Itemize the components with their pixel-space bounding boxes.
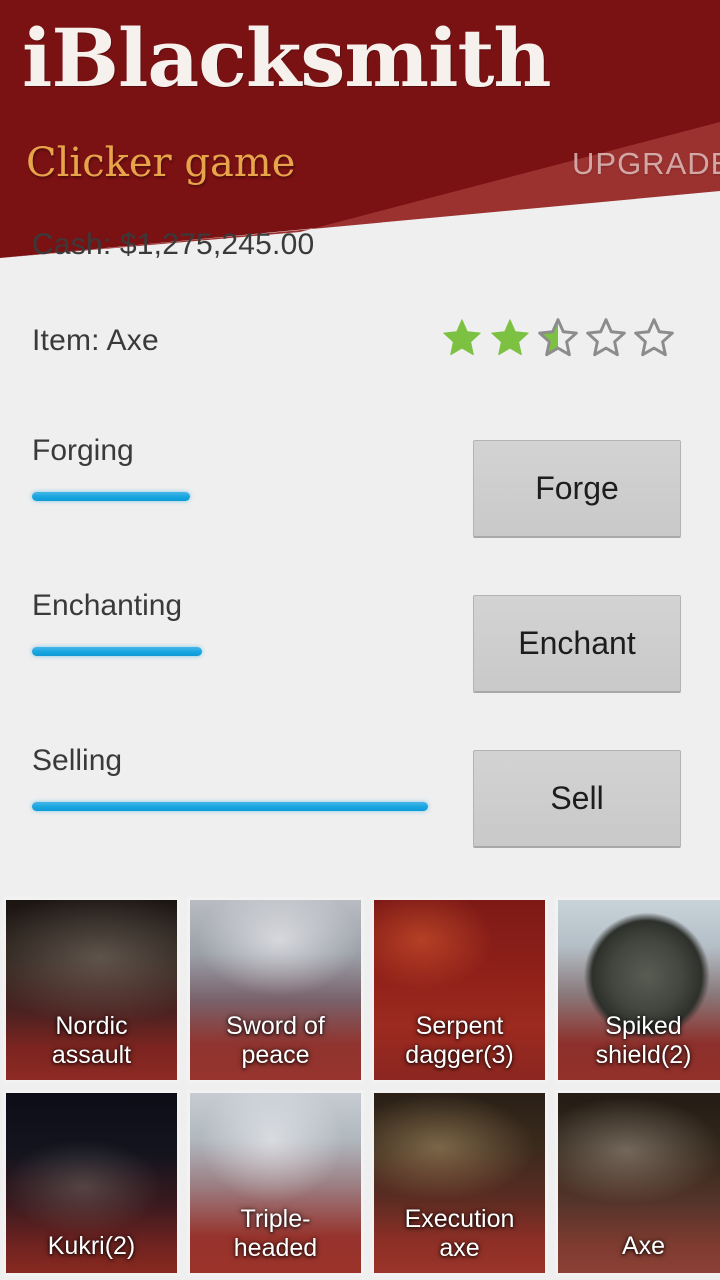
skill-label: Selling — [32, 744, 123, 777]
skill-progress-track — [32, 802, 428, 811]
skill-progress-fill — [32, 802, 428, 811]
star-empty-icon — [586, 318, 626, 357]
skill-progress-track — [32, 647, 428, 656]
app-title: iBlacksmith — [22, 11, 552, 105]
sell-button[interactable]: Sell — [473, 750, 681, 848]
current-item-display: Item: Axe — [32, 324, 159, 357]
item-name-label: Kukri(2) — [47, 1232, 136, 1260]
skill-progress-fill — [32, 492, 191, 501]
item-name-label: Sword of peace — [226, 1012, 325, 1069]
inventory-card[interactable]: Execution axe — [371, 1090, 548, 1276]
app-root: iBlacksmith Clicker game UPGRADE Cash: $… — [0, 0, 720, 1280]
star-empty-icon — [634, 318, 674, 357]
skill-progress-fill — [32, 647, 203, 656]
star-filled-icon — [491, 319, 529, 356]
item-star-rating — [440, 316, 676, 360]
inventory-card[interactable]: Sword of peace — [187, 897, 364, 1083]
inventory-card[interactable]: Kukri(2) — [3, 1090, 180, 1276]
inventory-card[interactable]: Serpent dagger(3) — [371, 897, 548, 1083]
skill-label: Enchanting — [32, 589, 183, 622]
upgrade-button[interactable]: UPGRADE — [572, 146, 720, 182]
enchant-button[interactable]: Enchant — [473, 595, 681, 693]
app-header: iBlacksmith Clicker game UPGRADE — [0, 0, 720, 262]
item-name-label: Serpent dagger(3) — [405, 1012, 514, 1069]
inventory-card[interactable]: Spiked shield(2) — [555, 897, 720, 1083]
forge-button[interactable]: Forge — [473, 440, 681, 538]
inventory-card[interactable]: Triple-headed — [187, 1090, 364, 1276]
item-name-label: Spiked shield(2) — [595, 1012, 692, 1069]
star-filled-icon — [443, 319, 481, 356]
inventory-card[interactable]: Nordic assault — [3, 897, 180, 1083]
star-half-icon — [538, 318, 578, 357]
skill-progress-track — [32, 492, 428, 501]
app-subtitle: Clicker game — [26, 140, 296, 186]
item-name-label: Nordic assault — [51, 1012, 132, 1069]
item-name-label: Execution axe — [404, 1205, 515, 1262]
item-name-label: Axe — [621, 1232, 666, 1260]
inventory-card[interactable]: Axe — [555, 1090, 720, 1276]
cash-display: Cash: $1,275,245.00 — [32, 228, 315, 261]
inventory-grid: Nordic assault Sword of peace Serpent dagger(… — [0, 897, 720, 1280]
skill-label: Forging — [32, 434, 134, 467]
skill-row-forging: Forging Forge — [0, 434, 720, 544]
skill-row-enchanting: Enchanting Enchant — [0, 589, 720, 699]
item-name-label: Triple-headed — [233, 1205, 318, 1262]
skill-row-selling: Selling Sell — [0, 744, 720, 854]
